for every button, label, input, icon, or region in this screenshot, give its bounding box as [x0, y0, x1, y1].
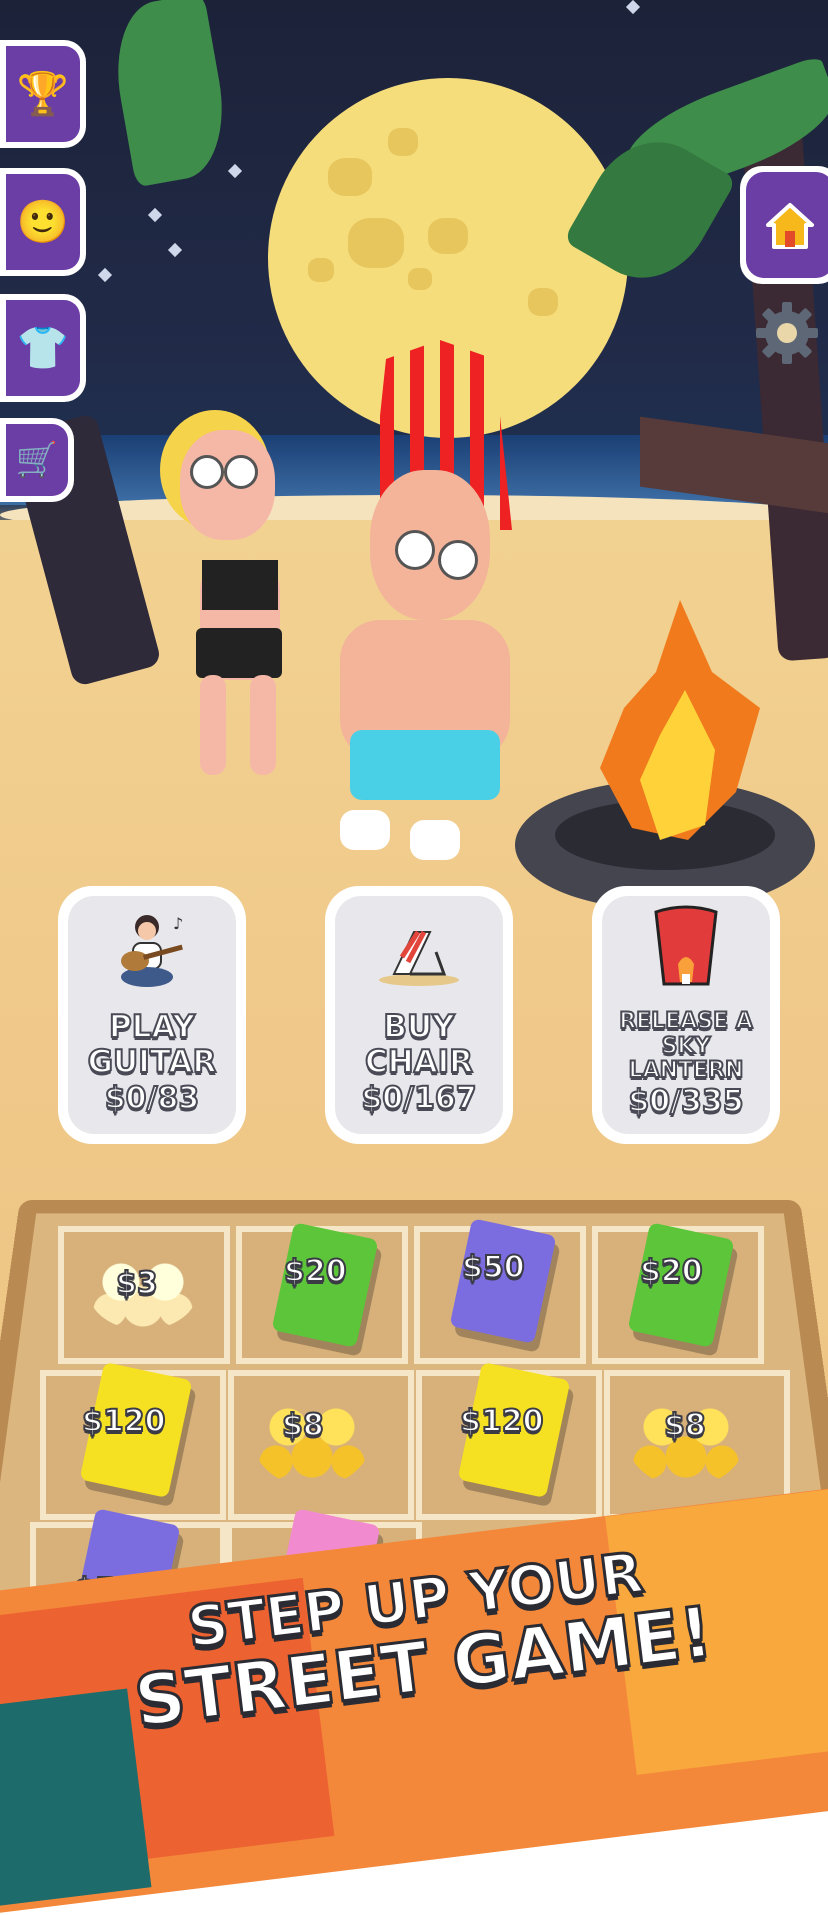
item-value: $3: [115, 1265, 159, 1302]
item-value: $50: [461, 1249, 526, 1286]
star: [227, 163, 243, 179]
coins-item[interactable]: $3: [88, 1240, 198, 1340]
item-value: $20: [639, 1253, 704, 1290]
play-guitar-price: $0/83: [104, 1080, 200, 1117]
star: [625, 0, 641, 15]
sky-lantern-card[interactable]: RELEASE A SKY LANTERN $0/335: [592, 886, 780, 1144]
play-guitar-title: PLAY GUITAR: [87, 1009, 218, 1081]
item-value: $8: [663, 1407, 707, 1444]
gear-icon[interactable]: [752, 298, 822, 368]
star: [167, 242, 183, 258]
coins-item[interactable]: $8: [626, 1382, 746, 1492]
star: [97, 267, 113, 283]
item-value: $120: [459, 1403, 544, 1440]
level-up-button[interactable]: 🙂: [0, 168, 86, 276]
level-up-icon: 🙂: [16, 197, 70, 246]
outfit-button[interactable]: 👕: [0, 294, 86, 402]
sky-lantern-title: RELEASE A SKY LANTERN: [618, 1008, 754, 1084]
cart-icon: 🛒: [15, 440, 59, 480]
buy-chair-card[interactable]: BUY CHAIR $0/167: [325, 886, 513, 1144]
guitar-player-icon: ♪: [121, 914, 183, 987]
beach-chair-icon: [379, 930, 459, 986]
star: [147, 207, 163, 223]
tshirt-icon: 👕: [16, 323, 70, 372]
home-button[interactable]: [740, 166, 828, 284]
sky-lantern-price: $0/335: [627, 1083, 744, 1120]
coins-item[interactable]: $8: [252, 1382, 372, 1492]
cash-bill-item[interactable]: $50: [448, 1216, 558, 1346]
buy-chair-price: $0/167: [360, 1080, 477, 1117]
buy-chair-title: BUY CHAIR: [364, 1009, 474, 1081]
item-value: $120: [81, 1403, 166, 1440]
item-value: $8: [281, 1407, 325, 1444]
cash-bill-item[interactable]: $20: [626, 1220, 736, 1350]
shop-button[interactable]: 🛒: [0, 418, 74, 502]
svg-text:♪: ♪: [173, 914, 183, 933]
play-guitar-card[interactable]: ♪ PLAY GUITAR $0/83: [58, 886, 246, 1144]
sky-lantern-icon: [654, 905, 718, 986]
cash-bill-item[interactable]: $20: [270, 1220, 380, 1350]
trophy-icon: 🏆: [16, 69, 70, 118]
home-icon: [766, 203, 814, 249]
cash-bill-item[interactable]: $120: [454, 1360, 574, 1500]
trophy-button[interactable]: 🏆: [0, 40, 86, 148]
item-value: $20: [283, 1253, 348, 1290]
cash-bill-item[interactable]: $120: [76, 1360, 196, 1500]
palm-leaf: [105, 0, 235, 188]
